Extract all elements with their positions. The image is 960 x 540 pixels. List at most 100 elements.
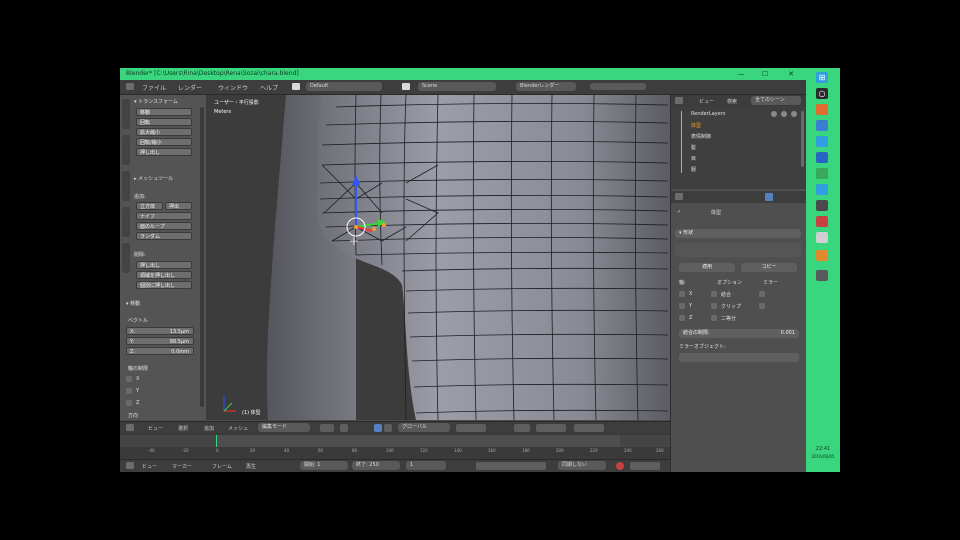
search-icon[interactable]: ○ [816,88,828,99]
opengl-render-buttons[interactable] [574,424,604,432]
store-icon[interactable] [816,168,828,179]
create-tab[interactable] [122,135,130,165]
tl-menu-marker[interactable]: マーカー [172,463,192,470]
outliner-item[interactable]: 服 [691,166,696,173]
merge-limit-field[interactable]: 結合の制限: 0.001 [679,329,799,338]
axis-z-checkbox[interactable] [679,315,685,321]
playback-controls[interactable] [476,462,546,470]
manipulator-icon[interactable] [374,424,382,432]
menu-help[interactable]: ヘルプ [260,83,278,92]
toolshelf-scrollbar[interactable] [200,107,204,407]
tl-menu-playback[interactable]: 再生 [246,463,256,470]
axis-x-checkbox[interactable] [679,291,685,297]
editor-type-icon[interactable] [126,83,134,90]
outliner-item[interactable]: 表情制御 [691,133,711,140]
record-button[interactable] [616,462,624,470]
outliner-item[interactable]: RenderLayers [691,111,725,117]
vector-y-field[interactable]: Y: 88.5μm [126,337,194,345]
tl-menu-view[interactable]: ビュー [142,463,157,470]
sync-dropdown[interactable]: 同期しない [558,461,606,470]
app-icon-red[interactable] [816,216,828,227]
apply-button[interactable]: 適用 [679,263,735,272]
merge-checkbox[interactable] [711,291,717,297]
mirror-object-field[interactable] [679,353,799,362]
add-cube-button[interactable]: 立方体 [136,202,163,210]
mirror-v-checkbox[interactable] [759,303,765,309]
app-icon-dark[interactable] [816,270,828,281]
render-engine-field[interactable]: Blenderレンダー [516,82,576,91]
layout-field[interactable]: Default [306,82,382,91]
outliner-editor-icon[interactable] [675,97,683,104]
add-extrude-button[interactable]: 押出 [165,202,192,210]
outliner-tab-view[interactable]: ビュー [699,98,714,105]
menu-select[interactable]: 選択 [178,425,188,432]
close-button[interactable]: ✕ [782,69,800,79]
modifier-tab-icon[interactable] [765,193,773,201]
mail-icon[interactable] [816,184,828,195]
translate-manip-icon[interactable] [384,424,392,432]
shading-tab[interactable] [122,207,130,237]
keying-buttons[interactable] [630,462,660,470]
clip-checkbox[interactable] [711,303,717,309]
properties-editor-icon[interactable] [675,193,683,200]
vector-z-field[interactable]: Z: 0.0mm [126,347,194,355]
modifier-header[interactable] [675,243,801,257]
tool-tab[interactable] [122,99,130,129]
copy-button[interactable]: コピー [741,263,797,272]
folder-icon[interactable] [816,120,828,131]
knife-button[interactable]: ナイフ [136,212,192,220]
orientation-dropdown[interactable]: グローバル [398,423,450,432]
minimize-button[interactable]: — [732,69,750,79]
mirror-u-checkbox[interactable] [759,291,765,297]
mesh-canvas[interactable] [206,95,670,420]
pin-icon[interactable]: ✓ [677,209,681,215]
bisect-checkbox[interactable] [711,315,717,321]
view3d-editor-icon[interactable] [126,424,134,431]
options-tab[interactable] [122,243,130,273]
skype-icon[interactable] [816,152,828,163]
loop-cut-button[interactable]: 面のループ [136,222,192,230]
translate-button[interactable]: 移動 [136,108,192,116]
menu-render[interactable]: レンダー [178,83,202,92]
outliner-scope-dropdown[interactable]: 全てのシーン [751,96,801,105]
clock-date[interactable]: 2016/06/05 [808,454,838,459]
menu-add[interactable]: 追加 [204,425,214,432]
tool-icon[interactable] [816,200,828,211]
3d-viewport[interactable]: ユーザー・平行投影 Meters (1) 体型 [206,95,670,420]
scale-button[interactable]: 拡大縮小 [136,128,192,136]
current-frame-marker[interactable] [216,435,217,447]
vector-x-field[interactable]: X: 13.5μm [126,327,194,335]
menu-view[interactable]: ビュー [148,425,163,432]
properties-context-tabs[interactable] [671,191,806,203]
blender-icon[interactable] [816,250,828,261]
outliner-scrollbar[interactable] [801,111,804,167]
extrude-individual-button[interactable]: 個別に押し出し [136,281,192,289]
constraint-z-checkbox[interactable] [126,400,132,406]
push-pull-button[interactable]: 押し出し [136,148,192,156]
outliner-tab-search[interactable]: 検索 [727,98,737,105]
modifier-add-dropdown[interactable]: ▾ 形状 [675,229,801,238]
outliner-restrict-columns[interactable] [771,111,797,173]
outliner-item-active[interactable]: 体型 [691,122,701,129]
outliner-item[interactable]: 髪 [691,144,696,151]
mode-dropdown[interactable]: 編集モード [258,423,310,432]
menu-mesh[interactable]: メッシュ [228,425,248,432]
transform-header[interactable]: ▾ トランスフォーム [134,98,178,105]
proportional-edit-button[interactable] [514,424,530,432]
scene-field[interactable]: Scene [418,82,496,91]
pivot-icon[interactable] [340,424,348,432]
shading-dropdown[interactable] [320,424,334,432]
extrude-region-button[interactable]: 領域を押し出し [136,271,192,279]
maximize-button[interactable]: ☐ [756,69,774,79]
random-button[interactable]: ランダム [136,232,192,240]
timeline[interactable]: -40 -20 0 20 40 60 80 100 120 140 160 18… [120,433,670,459]
clock-time[interactable]: 22:41 [808,446,838,452]
axis-y-checkbox[interactable] [679,303,685,309]
shrink-button[interactable]: 回転/縮小 [136,138,192,146]
tl-menu-frame[interactable]: フレーム [212,463,232,470]
current-frame-field[interactable]: 1 [406,461,446,470]
start-frame-field[interactable]: 開始: 1 [300,461,348,470]
constraint-x-checkbox[interactable] [126,376,132,382]
start-icon[interactable]: ⊞ [816,72,828,83]
select-mode-buttons[interactable] [456,424,486,432]
